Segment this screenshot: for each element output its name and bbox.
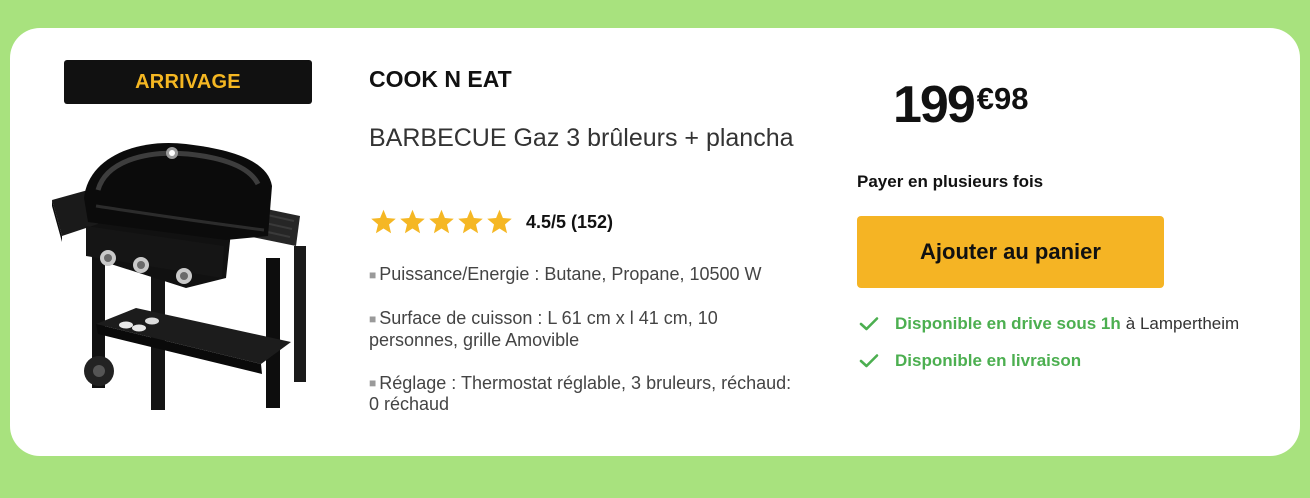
price-integer: 199 <box>893 76 976 134</box>
bullet-icon: ■ <box>369 267 377 282</box>
availability-delivery: Disponible en livraison <box>859 351 1081 371</box>
installments-link[interactable]: Payer en plusieurs fois <box>857 172 1043 192</box>
star-icon <box>429 209 454 234</box>
rating-text: 4.5/5 (152) <box>526 211 614 232</box>
feature-item: ■ Surface de cuisson : L 61 cm x l 41 cm,… <box>369 308 799 351</box>
product-title[interactable]: BARBECUE Gaz 3 brûleurs + plancha <box>369 121 799 155</box>
badge-label: ARRIVAGE <box>135 70 241 93</box>
feature-text: Puissance/Energie : Butane, Propane, 105… <box>379 264 762 284</box>
check-icon <box>859 317 879 331</box>
star-icon <box>400 209 425 234</box>
bullet-icon: ■ <box>369 311 377 326</box>
availability-delivery-text: Disponible en livraison <box>895 351 1082 370</box>
brand-name[interactable]: COOK N EAT <box>369 66 512 93</box>
feature-text: Surface de cuisson : L 61 cm x l 41 cm, … <box>369 307 718 350</box>
bullet-icon: ■ <box>369 376 377 391</box>
add-to-cart-button[interactable]: Ajouter au panier <box>857 216 1164 288</box>
feature-item: ■ Réglage : Thermostat réglable, 3 bruleu… <box>369 373 799 416</box>
arrivage-badge: ARRIVAGE <box>64 60 312 104</box>
feature-item: ■ Puissance/Energie : Butane, Propane, 10… <box>369 264 799 286</box>
feature-list: ■ Puissance/Energie : Butane, Propane, 10… <box>369 264 799 437</box>
product-card: ARRIVAGE COOK N EAT BARBECUE Gaz 3 brûle… <box>10 28 1300 456</box>
star-icon <box>487 209 512 234</box>
rating-stars <box>369 208 514 236</box>
feature-text: Réglage : Thermostat réglable, 3 bruleur… <box>369 372 792 415</box>
barbecue-image <box>52 142 306 410</box>
price: 199 €98 <box>893 74 1029 136</box>
rating[interactable]: 4.5/5 (152) <box>369 208 613 236</box>
product-image[interactable] <box>36 128 336 438</box>
availability-drive-text: Disponible en drive sous 1h <box>895 314 1121 333</box>
star-icon <box>371 209 396 234</box>
price-decimal: €98 <box>976 81 1029 116</box>
availability-drive: Disponible en drive sous 1h à Lamperthei… <box>859 314 1239 334</box>
store-location-link[interactable]: à Lampertheim <box>1126 314 1239 334</box>
star-icon <box>458 209 483 234</box>
check-icon <box>859 354 879 368</box>
